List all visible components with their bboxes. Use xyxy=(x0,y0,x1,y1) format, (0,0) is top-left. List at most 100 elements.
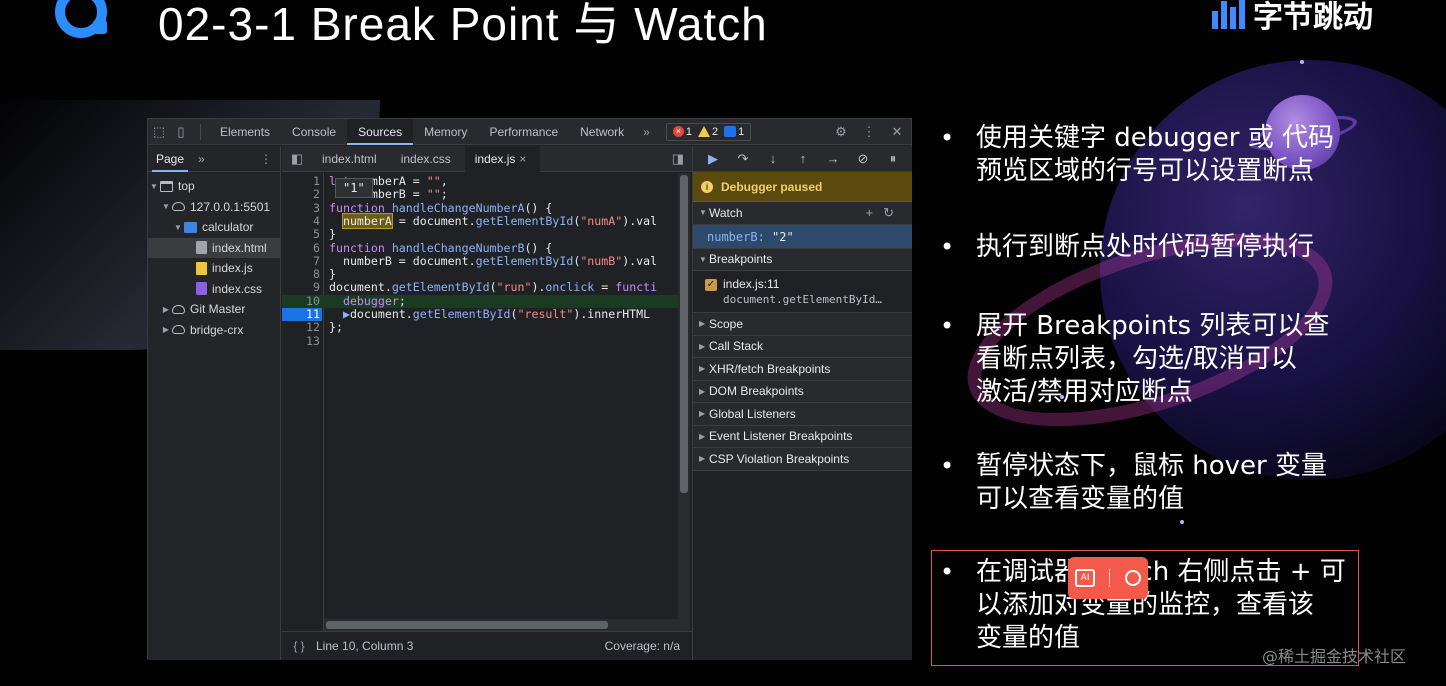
section-csp-violation-breakpoints[interactable]: ▶ CSP Violation Breakpoints xyxy=(693,448,912,471)
floating-ai-search-button[interactable]: AI xyxy=(1068,557,1148,599)
tree-item-host[interactable]: ▼ 127.0.0.1:5501 xyxy=(148,197,280,218)
tree-item-git-master[interactable]: ▶ Git Master xyxy=(148,299,280,320)
pause-on-exceptions-icon[interactable]: ⏸ xyxy=(879,151,907,167)
warning-count: 2 xyxy=(696,126,720,138)
tree-item-bridge-crx[interactable]: ▶ bridge-crx xyxy=(148,320,280,341)
editor-statusbar: { } Line 10, Column 3 Coverage: n/a xyxy=(282,631,692,660)
file-js-icon xyxy=(196,261,207,275)
section-call-stack[interactable]: ▶ Call Stack xyxy=(693,335,912,358)
more-tabs-icon[interactable]: » xyxy=(635,125,658,139)
section-label: XHR/fetch Breakpoints xyxy=(709,361,831,376)
inspect-element-icon[interactable]: ⬚ xyxy=(148,119,170,145)
vertical-scrollbar[interactable] xyxy=(678,173,690,631)
deactivate-breakpoints-icon[interactable]: ⊘ xyxy=(849,151,877,167)
scroll-thumb[interactable] xyxy=(680,175,688,493)
tree-item-label: index.js xyxy=(212,261,253,276)
code-line: 5} xyxy=(313,227,336,242)
editor-tab-index-css[interactable]: index.css xyxy=(391,146,465,172)
ai-icon[interactable]: AI xyxy=(1075,569,1096,587)
section-label: Breakpoints xyxy=(709,252,773,267)
cloud-icon xyxy=(172,304,185,314)
bullet-line: 执行到断点处时代码暂停执行 xyxy=(976,232,1315,262)
chevron-right-icon: ▶ xyxy=(699,319,706,329)
section-label: Global Listeners xyxy=(709,406,796,421)
star-dot xyxy=(1180,520,1184,524)
step-out-icon[interactable]: ↑ xyxy=(789,151,817,166)
editor-tab-index-js[interactable]: index.js × xyxy=(464,145,541,172)
toggle-navigator-icon[interactable]: ◧ xyxy=(282,151,312,167)
tab-page[interactable]: Page xyxy=(152,146,189,172)
info-icon: i xyxy=(701,180,713,193)
section-dom-breakpoints[interactable]: ▶ DOM Breakpoints xyxy=(693,380,912,403)
debugger-toolbar: ▶ ↷ ↓ ↑ → ⊘ ⏸ xyxy=(693,146,912,172)
chevron-right-icon: ▶ xyxy=(699,431,706,441)
tree-item-index-html[interactable]: index.html xyxy=(148,237,280,258)
section-label: Event Listener Breakpoints xyxy=(709,429,853,444)
tree-item-label: top xyxy=(178,179,195,194)
section-event-listener-breakpoints[interactable]: ▶ Event Listener Breakpoints xyxy=(693,425,912,448)
tab-console[interactable]: Console xyxy=(281,119,347,145)
tree-item-top[interactable]: ▼ top xyxy=(148,176,280,197)
editor-tab-label: index.js xyxy=(474,151,516,166)
section-xhr-breakpoints[interactable]: ▶ XHR/fetch Breakpoints xyxy=(693,358,912,381)
refresh-icon[interactable]: ↻ xyxy=(883,205,904,220)
tab-sources[interactable]: Sources xyxy=(347,118,414,145)
search-icon[interactable] xyxy=(1124,570,1141,586)
editor-tab-index-html[interactable]: index.html xyxy=(312,146,391,172)
close-tab-icon[interactable]: × xyxy=(519,152,526,166)
issues-badges[interactable]: × 1 2 1 xyxy=(665,122,752,141)
error-count-value: 1 xyxy=(685,125,692,138)
horizontal-scrollbar[interactable] xyxy=(324,619,678,631)
add-watch-icon[interactable]: + xyxy=(866,205,884,220)
tree-item-label: bridge-crx xyxy=(190,322,244,337)
bullet-line: 使用关键字 debugger 或 代码 xyxy=(976,123,1334,153)
chevron-right-icon: ▶ xyxy=(699,364,706,374)
bullet-line: 暂停状态下，鼠标 hover 变量 xyxy=(976,451,1327,481)
watch-expression[interactable]: numberB: "2" xyxy=(693,224,912,249)
toggle-debugger-icon[interactable]: ◨ xyxy=(672,151,684,167)
bullet-line: 预览区域的行号可以设置断点 xyxy=(976,156,1315,186)
tab-network[interactable]: Network xyxy=(569,119,635,145)
chevron-down-icon: ▼ xyxy=(174,222,182,232)
tree-item-label: calculator xyxy=(202,220,254,235)
sources-navigator: Page » ⋮ ▼ top ▼ 127.0.0.1:5501 ▼ calcul… xyxy=(148,146,281,660)
section-global-listeners[interactable]: ▶ Global Listeners xyxy=(693,403,912,426)
section-label: DOM Breakpoints xyxy=(709,384,804,399)
error-count: × 1 xyxy=(671,126,694,138)
more-panes-icon[interactable]: » xyxy=(198,152,205,166)
code-line-breakpoint[interactable]: 11 ▶document.getElementById("result").in… xyxy=(282,307,679,322)
code-area[interactable]: 1let numberA = "", 2 numberB = ""; 3func… xyxy=(282,173,692,631)
section-breakpoints[interactable]: ▼ Breakpoints xyxy=(693,248,912,271)
message-icon xyxy=(724,126,737,137)
coverage-status: Coverage: n/a xyxy=(604,639,680,653)
debugger-sidebar: ▶ ↷ ↓ ↑ → ⊘ ⏸ i Debugger paused ▼ Watch … xyxy=(692,146,912,660)
paused-message: Debugger paused xyxy=(721,179,823,194)
tree-item-index-js[interactable]: index.js xyxy=(148,258,280,279)
tab-elements[interactable]: Elements xyxy=(209,119,281,145)
section-watch[interactable]: ▼ Watch +↻ xyxy=(693,202,912,225)
close-icon[interactable]: ✕ xyxy=(883,119,911,145)
pretty-print-icon[interactable]: { } xyxy=(282,639,316,653)
tab-memory[interactable]: Memory xyxy=(413,119,478,145)
resume-icon[interactable]: ▶ xyxy=(699,151,727,167)
breakpoint-file: index.js:11 xyxy=(723,277,780,291)
brand-bars-icon xyxy=(1212,0,1245,29)
scroll-thumb[interactable] xyxy=(326,621,608,629)
section-scope[interactable]: ▶ Scope xyxy=(693,313,912,336)
tab-performance[interactable]: Performance xyxy=(478,119,569,145)
cloud-icon xyxy=(172,202,185,212)
tree-item-calculator[interactable]: ▼ calculator xyxy=(148,217,280,238)
kebab-menu-icon[interactable]: ⋮ xyxy=(260,152,272,166)
step-into-icon[interactable]: ↓ xyxy=(759,151,787,166)
breakpoint-checkbox[interactable]: ✓ xyxy=(705,279,717,291)
step-over-icon[interactable]: ↷ xyxy=(729,151,757,167)
chevron-right-icon: ▶ xyxy=(699,386,706,396)
tree-item-index-css[interactable]: index.css xyxy=(148,279,280,300)
breakpoint-item[interactable]: ✓ index.js:11 document.getElementById… xyxy=(693,271,912,313)
step-icon[interactable]: → xyxy=(819,151,847,166)
chevron-right-icon: ▶ xyxy=(162,325,170,335)
kebab-menu-icon[interactable]: ⋮ xyxy=(855,119,883,145)
device-toolbar-icon[interactable]: ▯ xyxy=(170,119,192,145)
gear-icon[interactable]: ⚙ xyxy=(827,119,855,145)
divider xyxy=(1109,569,1111,587)
